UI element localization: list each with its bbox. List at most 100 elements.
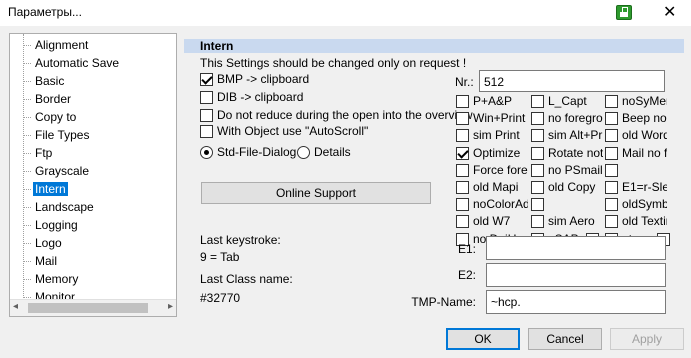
- flag-checkbox[interactable]: sim Alt+Print: [531, 128, 603, 142]
- checkbox-label: sim Print: [473, 128, 520, 142]
- flag-checkbox[interactable]: Beep no Sou: [605, 111, 667, 125]
- flag-checkbox[interactable]: old Word: [605, 128, 667, 142]
- tree-item-intern[interactable]: Intern: [23, 180, 68, 198]
- tree-item-automatic-save[interactable]: Automatic Save: [23, 54, 121, 72]
- checkbox-box[interactable]: [605, 95, 618, 108]
- nr-label: Nr.:: [455, 75, 474, 89]
- checkbox-box[interactable]: [531, 181, 544, 194]
- scrollbar-thumb[interactable]: [28, 303, 148, 313]
- tree-item-ftp[interactable]: Ftp: [23, 144, 54, 162]
- checkbox-box[interactable]: [456, 181, 469, 194]
- checkbox-label: Rotate not l: [548, 146, 603, 160]
- tree-item-label: Memory: [35, 272, 79, 286]
- flag-checkbox[interactable]: no PSmail: [531, 163, 603, 177]
- tree-item-memory[interactable]: Memory: [23, 270, 80, 288]
- flag-checkbox[interactable]: no foregrour: [531, 111, 603, 125]
- flag-checkbox[interactable]: old Mapi: [456, 180, 528, 194]
- last-class-value: #32770: [200, 291, 241, 305]
- flag-checkbox[interactable]: sim Print: [456, 128, 528, 142]
- flag-checkbox[interactable]: E1=r-Sleep: [605, 180, 667, 194]
- checkbox-label: noColorAdj: [473, 197, 528, 211]
- tree-item-logo[interactable]: Logo: [23, 234, 64, 252]
- online-support-button[interactable]: Online Support: [201, 182, 431, 204]
- tree-item-logging[interactable]: Logging: [23, 216, 80, 234]
- checkbox-box[interactable]: [200, 91, 213, 104]
- checkbox-label: old Word: [622, 128, 667, 142]
- checkbox-label: Beep no Sou: [622, 111, 667, 125]
- tree-item-copy-to[interactable]: Copy to: [23, 108, 78, 126]
- tree-item-landscape[interactable]: Landscape: [23, 198, 96, 216]
- checkbox-box[interactable]: [531, 198, 544, 211]
- checkbox-box[interactable]: [456, 129, 469, 142]
- e1-field[interactable]: [486, 236, 666, 260]
- flag-checkbox[interactable]: P+A&P: [456, 94, 528, 108]
- checkbox-box[interactable]: [605, 215, 618, 228]
- flag-checkbox[interactable]: sim Aero: [531, 214, 603, 228]
- checkbox-box[interactable]: [456, 215, 469, 228]
- flag-checkbox[interactable]: noColorAdj: [456, 197, 528, 211]
- checkbox-box[interactable]: [605, 147, 618, 160]
- radio-circle[interactable]: [297, 146, 310, 159]
- checkbox-label: old Copy: [548, 180, 596, 194]
- flag-checkbox[interactable]: [531, 197, 603, 211]
- window-title: Параметры...: [8, 5, 82, 19]
- checkbox-box[interactable]: [531, 164, 544, 177]
- e2-field[interactable]: [486, 263, 666, 287]
- checkbox-box[interactable]: [605, 129, 618, 142]
- scroll-right-arrow-icon[interactable]: ▸: [168, 301, 173, 312]
- section-note: This Settings should be changed only on …: [200, 56, 467, 70]
- tree-item-grayscale[interactable]: Grayscale: [23, 162, 91, 180]
- tree-item-mail[interactable]: Mail: [23, 252, 59, 270]
- checkbox-box[interactable]: [456, 198, 469, 211]
- flag-checkbox[interactable]: Optimize: [456, 146, 528, 160]
- tmp-name-field[interactable]: ~hcp.: [486, 290, 666, 314]
- cancel-button[interactable]: Cancel: [528, 328, 602, 350]
- flag-checkbox[interactable]: noSyMenu: [605, 94, 667, 108]
- close-icon[interactable]: ✕: [663, 2, 676, 22]
- flag-checkbox[interactable]: old Textins: [605, 214, 667, 228]
- flag-checkbox[interactable]: Force foregr: [456, 163, 528, 177]
- tree-item-basic[interactable]: Basic: [23, 72, 66, 90]
- tree-item-label: Mail: [35, 254, 58, 268]
- checkbox-box[interactable]: [456, 164, 469, 177]
- checkbox-box[interactable]: [531, 215, 544, 228]
- radio-circle[interactable]: [200, 146, 213, 159]
- checkbox-box[interactable]: [200, 109, 213, 122]
- flag-checkbox[interactable]: old W7: [456, 214, 528, 228]
- checkbox-box[interactable]: [456, 112, 469, 125]
- checkbox-box[interactable]: [456, 95, 469, 108]
- checkbox-box[interactable]: [605, 198, 618, 211]
- checkbox-box[interactable]: [531, 112, 544, 125]
- checkbox-box[interactable]: [531, 95, 544, 108]
- checkbox-label: E1=r-Sleep: [622, 180, 667, 194]
- flag-checkbox[interactable]: Mail no foreg: [605, 146, 667, 160]
- checkbox-box[interactable]: [531, 129, 544, 142]
- checkbox-box[interactable]: [456, 147, 469, 160]
- checkbox-box[interactable]: [605, 112, 618, 125]
- checkbox-box[interactable]: [200, 125, 213, 138]
- checkbox-box[interactable]: [531, 147, 544, 160]
- checkbox-box[interactable]: [200, 73, 213, 86]
- scroll-left-arrow-icon[interactable]: ◂: [13, 301, 18, 312]
- checkbox-label: Optimize: [473, 146, 521, 160]
- flag-checkbox[interactable]: Rotate not l: [531, 146, 603, 160]
- ok-button[interactable]: OK: [446, 328, 520, 350]
- tmp-name-label: TMP-Name:: [411, 295, 476, 309]
- tree-item-border[interactable]: Border: [23, 90, 73, 108]
- checkbox-box[interactable]: [605, 164, 618, 177]
- flag-checkbox[interactable]: oldSymb: [605, 197, 667, 211]
- tree-item-label: Logo: [35, 236, 62, 250]
- flag-checkbox[interactable]: L_Capt: [531, 94, 603, 108]
- tree-item-file-types[interactable]: File Types: [23, 126, 91, 144]
- settings-category-tree[interactable]: Alignment Automatic Save Basic Border Co…: [9, 33, 177, 317]
- checkbox-box[interactable]: [605, 181, 618, 194]
- section-header-bar: [184, 39, 684, 53]
- flag-checkbox[interactable]: [605, 163, 667, 177]
- tree-item-alignment[interactable]: Alignment: [23, 36, 90, 54]
- nr-field[interactable]: 512: [479, 70, 665, 92]
- apply-button[interactable]: Apply: [610, 328, 684, 350]
- tree-horizontal-scrollbar[interactable]: ◂ ▸: [10, 299, 176, 316]
- flag-checkbox[interactable]: Win+Print: [456, 111, 528, 125]
- tree-item-label: Landscape: [35, 200, 94, 214]
- flag-checkbox[interactable]: old Copy: [531, 180, 603, 194]
